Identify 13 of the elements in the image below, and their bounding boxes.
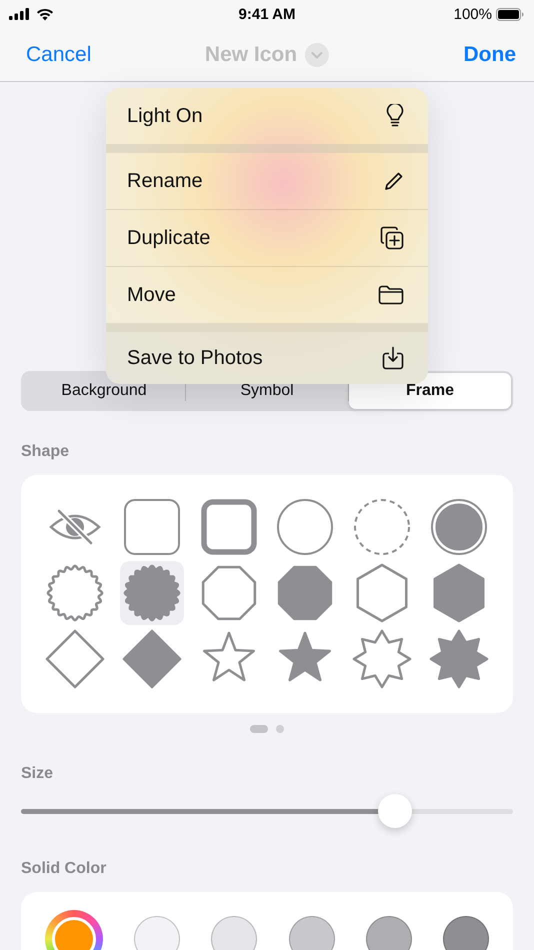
section-label: Size: [21, 765, 54, 783]
done-button[interactable]: Done: [454, 38, 516, 70]
section-label: Shape: [21, 443, 70, 461]
menu-item[interactable]: Save to Photos: [106, 332, 428, 384]
cancel-button[interactable]: Cancel: [16, 38, 102, 70]
status-time: 9:41 AM: [238, 6, 296, 22]
menu-item[interactable]: Light On: [106, 88, 428, 144]
menu-item[interactable]: Move: [106, 267, 428, 323]
battery-percentage: 100%: [454, 6, 492, 22]
menu-item[interactable]: Duplicate: [106, 210, 428, 266]
nav-title: New Icon: [204, 42, 298, 66]
menu-item[interactable]: Rename: [106, 153, 428, 209]
section-label: Solid Color: [21, 860, 108, 878]
